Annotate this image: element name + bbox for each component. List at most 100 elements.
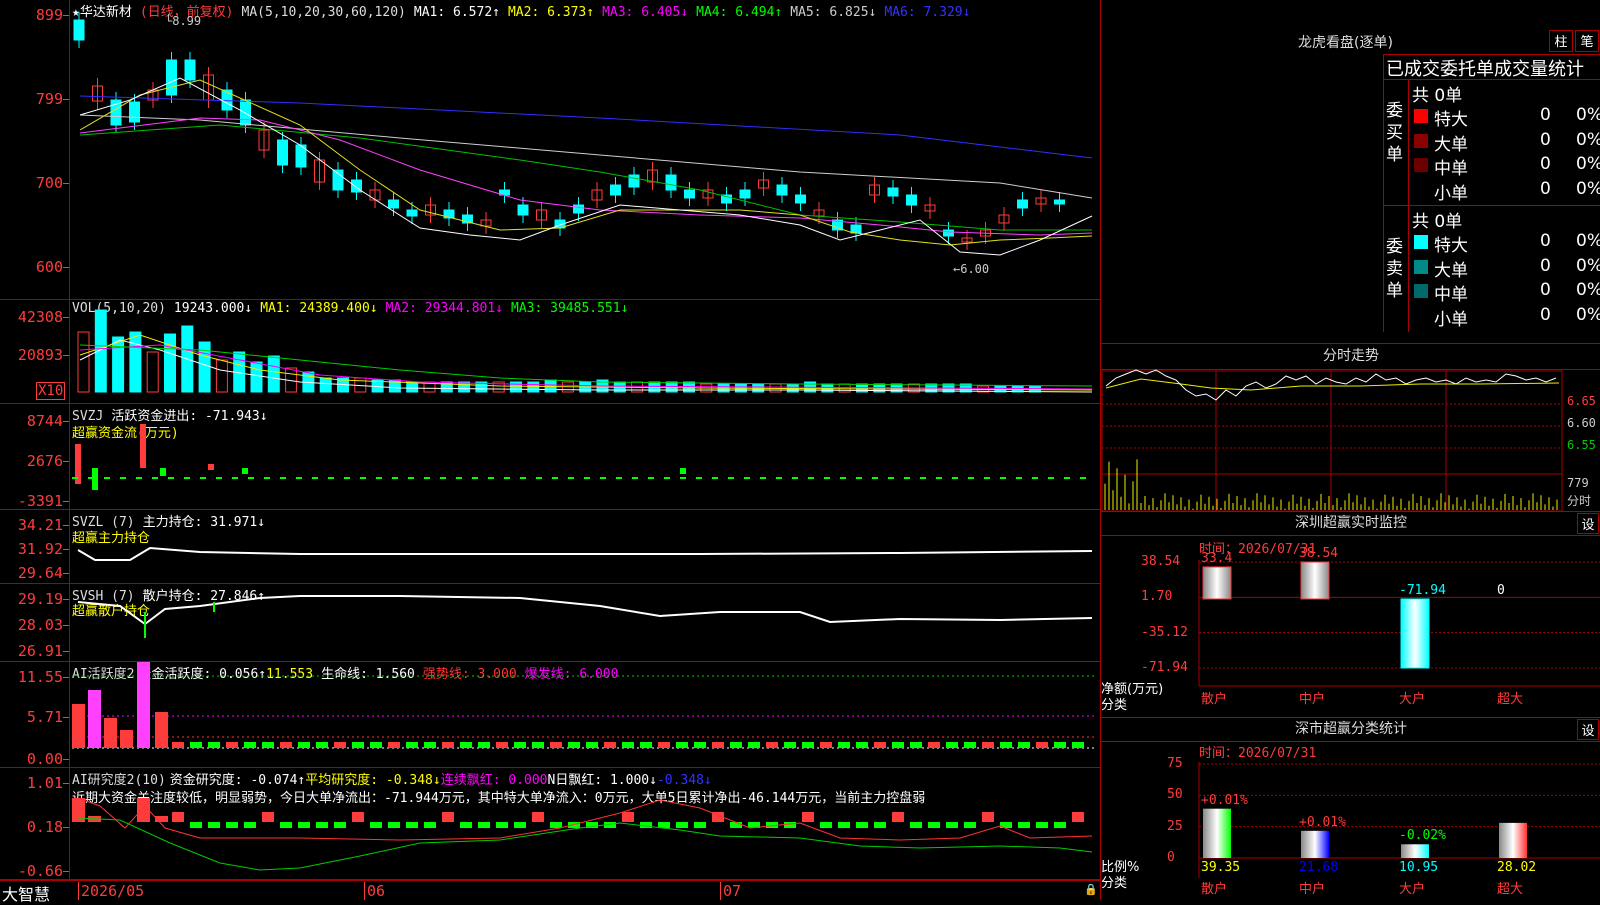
- order-size-name: 中单: [1434, 285, 1468, 305]
- stat-section: 深市超赢分类统计 设 时间：2026/07/31 比例% 分类 75 50 25 0 +…: [1101, 718, 1600, 900]
- research-bar: [532, 812, 544, 822]
- intraday-section[interactable]: 分时走势 6.65 6.60 6.55 779 分时: [1101, 344, 1600, 512]
- y-tick: 6.60: [1567, 416, 1596, 430]
- money-flow-bar: [208, 464, 214, 470]
- candle: [684, 189, 695, 199]
- research-bar: [910, 822, 922, 828]
- intraday-chart[interactable]: [1101, 344, 1600, 512]
- svzl-chart[interactable]: [0, 510, 1100, 584]
- candle: [610, 184, 621, 196]
- kline-panel[interactable]: 899 799 700 600 ★华达新材 (日线，前复权) MA(5,10,20,…: [0, 0, 1100, 300]
- category-label: 中户: [1299, 882, 1326, 897]
- volume-panel[interactable]: 42308 20893 X10 VOL(5,10,20) 19243.000↓ MA…: [0, 300, 1100, 404]
- order-size-count: 0: [1540, 154, 1551, 174]
- ai-activity-panel[interactable]: 11.55 5.71 0.00 AI活跃度2 资金活跃度: 0.056↑11.55…: [0, 662, 1100, 768]
- category-label: 大户: [1399, 882, 1426, 897]
- date-tick: 2026/05: [78, 882, 144, 900]
- activity-bar: [334, 742, 346, 748]
- research-bar: [496, 822, 508, 828]
- research-bar: [442, 812, 454, 822]
- order-size-row: 小单 0 0%: [1410, 304, 1600, 330]
- activity-bar: [388, 742, 400, 748]
- activity-bar: [658, 742, 670, 748]
- tick-mode-button[interactable]: 笔: [1575, 30, 1599, 52]
- y-tick: 25: [1167, 818, 1183, 834]
- ai1-chart[interactable]: [0, 662, 1100, 768]
- candle: [906, 194, 917, 206]
- volume-bar: [267, 355, 280, 393]
- svzl-panel[interactable]: 34.21 31.92 29.64 SVZL (7) 主力持仓: 31.971↓ …: [0, 510, 1100, 584]
- research-bar: [1036, 822, 1048, 828]
- order-size-percent: 0%: [1576, 154, 1600, 174]
- lock-icon[interactable]: 🔒: [1084, 883, 1098, 896]
- activity-bar: [424, 742, 436, 748]
- research-bar: [856, 822, 868, 828]
- volume-chart[interactable]: [0, 300, 1100, 404]
- candle: [739, 189, 751, 199]
- activity-bar: [712, 742, 724, 748]
- date-tick: 07: [720, 882, 741, 900]
- ratio-value-label: 21.68: [1299, 860, 1339, 875]
- research-bar: [784, 822, 796, 828]
- svzj-chart[interactable]: [0, 404, 1100, 510]
- research-bar: [874, 822, 886, 828]
- net-amount-bar: [1202, 566, 1232, 600]
- ratio-value-label: 10.95: [1399, 860, 1439, 875]
- activity-bar: [120, 730, 133, 748]
- ai2-chart[interactable]: [0, 768, 1100, 880]
- candle: [277, 139, 288, 166]
- y-tick: 0: [1167, 850, 1175, 865]
- bar-mode-button[interactable]: 柱: [1549, 30, 1573, 52]
- activity-bar: [910, 742, 922, 748]
- money-flow-bar: [242, 468, 248, 474]
- lhb-section: 龙虎看盘(逐单) 柱 笔 已成交委托单成交量统计 委买单 共 0单 特大00%大…: [1101, 0, 1600, 344]
- volume-bar: [164, 333, 176, 393]
- y-tick: 6.65: [1567, 394, 1596, 408]
- candle: [943, 229, 954, 237]
- activity-bar: [748, 742, 760, 748]
- candle: [184, 59, 196, 81]
- activity-bar: [88, 690, 101, 748]
- activity-bar: [104, 718, 117, 748]
- candle: [1017, 199, 1028, 209]
- research-bar: [550, 822, 562, 828]
- ai-research-panel[interactable]: 1.01 0.18 -0.66 AI研究度2(10) 资金研究度: -0.074↑…: [0, 768, 1100, 880]
- order-size-name: 大单: [1434, 260, 1468, 281]
- order-size-percent: 0%: [1576, 280, 1600, 300]
- candle: [73, 19, 85, 41]
- kline-chart[interactable]: [0, 0, 1100, 300]
- research-bar: [334, 822, 346, 828]
- research-bar: [316, 822, 328, 828]
- research-bar: [820, 822, 832, 828]
- order-size-name: 特大: [1434, 110, 1468, 130]
- activity-bar: [352, 742, 364, 748]
- research-bar: [1072, 812, 1084, 822]
- research-bar: [964, 822, 976, 828]
- activity-bar: [838, 742, 850, 748]
- volume-bar: [510, 381, 522, 393]
- money-flow-bar: [680, 468, 686, 474]
- activity-bar: [784, 742, 796, 748]
- category-label: 大户: [1399, 692, 1426, 707]
- monitor-section: 深圳超赢实时监控 设 时间：2026/07/31 净额(万元) 分类 38.54…: [1101, 512, 1600, 718]
- color-swatch: [1414, 109, 1428, 123]
- volume-bar: [250, 361, 263, 393]
- activity-bar: [244, 742, 256, 748]
- svzj-panel[interactable]: 8744 2676 -3391 SVZJ 活跃资金进出: -71.943↓ 超赢资…: [0, 404, 1100, 510]
- sell-total: 共 0单: [1412, 212, 1463, 232]
- candle: [665, 174, 677, 191]
- svsh-panel[interactable]: 29.19 28.03 26.91 SVSH (7) 散户持仓: 27.846↑ …: [0, 584, 1100, 662]
- net-amount-bar: [1400, 598, 1430, 669]
- research-bar: [280, 822, 292, 828]
- activity-bar: [1054, 742, 1066, 748]
- svsh-chart[interactable]: [0, 584, 1100, 662]
- order-size-count: 0: [1540, 304, 1551, 325]
- bar-value-label: 0: [1497, 582, 1505, 598]
- research-bar: [262, 812, 274, 822]
- bar-value-label: 33.4: [1201, 550, 1233, 566]
- date-strip[interactable]: 大智慧 2026/05 06 07 🔒: [0, 880, 1100, 904]
- volume-bar: [77, 331, 90, 393]
- buy-label: 委买单: [1386, 101, 1403, 165]
- volume-bar: [146, 351, 159, 393]
- ratio-bar: [1301, 830, 1329, 858]
